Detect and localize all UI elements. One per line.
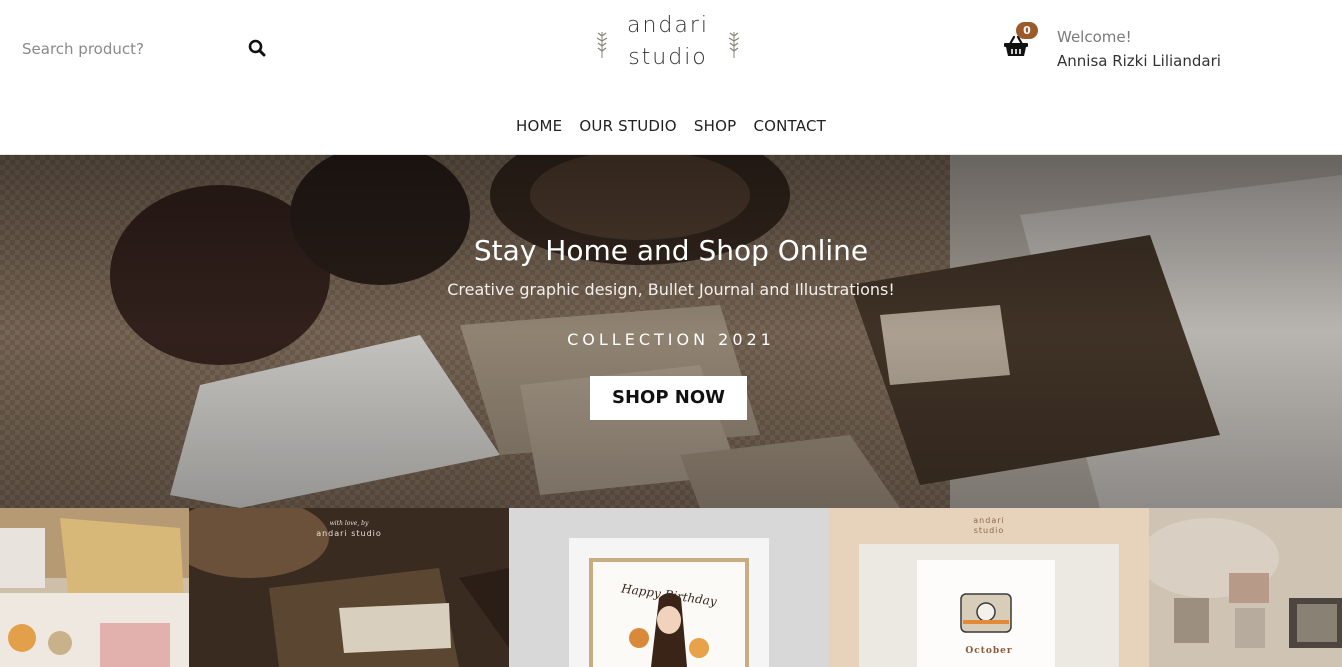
brand-logo[interactable]: andari studio	[592, 12, 744, 74]
tile-caption-line2: andari studio	[316, 529, 382, 538]
search-bar	[22, 30, 272, 68]
shop-now-button[interactable]: SHOP NOW	[590, 376, 747, 420]
search-icon	[248, 39, 266, 56]
tile-caption-line1: with love, by	[329, 520, 369, 527]
nav-home[interactable]: HOME	[516, 117, 562, 135]
gallery-tile-october-card[interactable]: andari studio October	[829, 508, 1149, 667]
hero-subtitle: Creative graphic design, Bullet Journal …	[447, 280, 895, 299]
user-name[interactable]: Annisa Rizki Liliandari	[1057, 51, 1221, 71]
hero-banner: Stay Home and Shop Online Creative graph…	[0, 155, 1342, 508]
gallery-tile-moodboard[interactable]	[1149, 508, 1342, 667]
hero-collection-label: COLLECTION 2021	[567, 330, 775, 349]
card-month-text: October	[965, 646, 1013, 656]
cart-count-badge: 0	[1016, 22, 1038, 39]
cart-icon	[1004, 36, 1028, 56]
nav-shop[interactable]: SHOP	[694, 117, 736, 135]
site-header: andari studio 0 Welcome! Annisa Rizki Li…	[0, 0, 1342, 155]
hero-title: Stay Home and Shop Online	[473, 234, 869, 267]
search-button[interactable]	[246, 38, 268, 60]
nav-our-studio[interactable]: OUR STUDIO	[579, 117, 676, 135]
logo-text-line1: andari	[626, 13, 710, 38]
search-input[interactable]	[22, 30, 237, 68]
tile-image	[0, 508, 189, 667]
main-nav: HOME OUR STUDIO SHOP CONTACT	[0, 116, 1342, 138]
gallery-tile-birthday-card[interactable]: Happy Birthday	[509, 508, 829, 667]
logo-text-line2: studio	[628, 45, 708, 70]
cart-button[interactable]: 0	[1000, 22, 1040, 64]
welcome-text: Welcome!	[1057, 28, 1132, 46]
sprig-icon	[728, 32, 740, 58]
nav-contact[interactable]: CONTACT	[753, 117, 826, 135]
gallery-tile-handmade-paper[interactable]: with love, by andari studio	[189, 508, 509, 667]
tile-brand-line1: andari	[973, 516, 1005, 525]
tile-brand-line2: studio	[973, 526, 1005, 535]
product-gallery: with love, by andari studio Happy Birthd…	[0, 508, 1342, 667]
tile-image	[1149, 508, 1342, 667]
gallery-tile-journal[interactable]	[0, 508, 189, 667]
